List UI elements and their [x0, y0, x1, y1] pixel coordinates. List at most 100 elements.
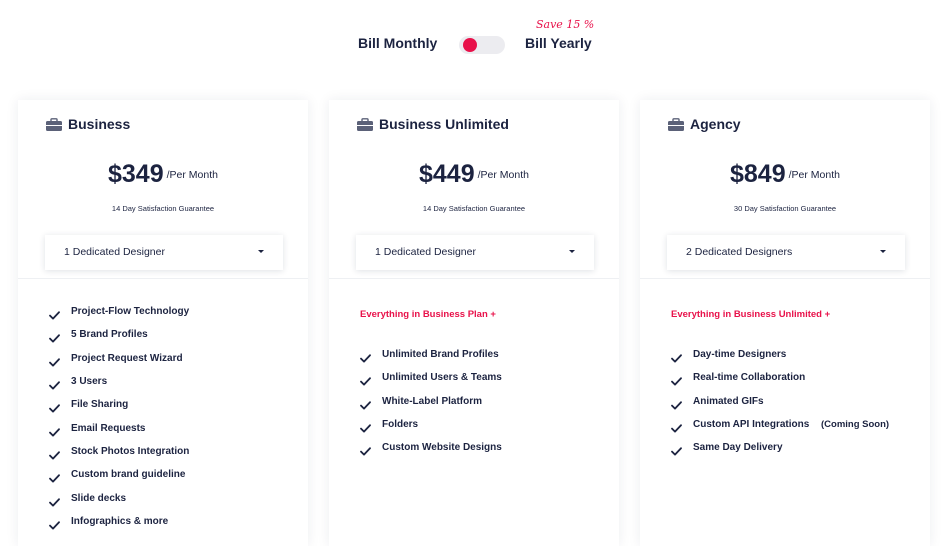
- feature-item: Day-time Designers: [671, 343, 809, 366]
- check-icon: [49, 517, 60, 530]
- check-icon: [49, 330, 60, 343]
- feature-label: White-Label Platform: [382, 395, 483, 407]
- feature-label: Folders: [382, 419, 419, 431]
- feature-item: Custom API Integrations (Coming Soon): [671, 413, 889, 436]
- check-icon: [360, 373, 371, 386]
- briefcase-icon: [357, 117, 373, 131]
- feature-label: File Sharing: [71, 399, 129, 411]
- check-icon: [671, 373, 682, 386]
- feature-item: Slide decks: [49, 486, 189, 509]
- check-icon: [360, 397, 371, 410]
- check-icon: [49, 307, 60, 320]
- feature-label: Same Day Delivery: [693, 442, 783, 454]
- check-icon: [360, 350, 371, 363]
- feature-item: Same Day Delivery: [671, 436, 809, 459]
- check-icon: [671, 420, 682, 433]
- check-icon: [49, 494, 60, 507]
- plan-card-business: Business $349/Per Month 14 Day Satisfact…: [18, 100, 308, 546]
- feature-label: Email Requests: [71, 422, 146, 434]
- caret-down-icon: [569, 250, 575, 253]
- check-icon: [49, 400, 60, 413]
- plan-card-header: Business $349/Per Month 14 Day Satisfact…: [18, 100, 308, 278]
- designers-selected-value: 2 Dedicated Designers: [686, 246, 793, 258]
- check-icon: [49, 470, 60, 483]
- plan-name: Agency: [690, 116, 741, 132]
- feature-item: Infographics & more: [49, 510, 189, 533]
- feature-label: 3 Users: [71, 376, 108, 388]
- feature-item: 3 Users: [49, 370, 189, 393]
- feature-item: Animated GIFs: [671, 390, 809, 413]
- check-icon: [49, 377, 60, 390]
- feature-label: Unlimited Brand Profiles: [382, 349, 499, 361]
- price-row: $349/Per Month: [18, 160, 308, 189]
- plan-card-agency: Agency $849/Per Month 30 Day Satisfactio…: [640, 100, 930, 546]
- card-divider: [640, 278, 930, 279]
- bill-monthly-label[interactable]: Bill Monthly: [358, 35, 437, 51]
- check-icon: [49, 447, 60, 460]
- feature-label: Project Request Wizard: [71, 352, 183, 364]
- designers-dropdown[interactable]: 2 Dedicated Designers: [667, 235, 905, 270]
- card-divider: [329, 278, 619, 279]
- price-period: /Per Month: [477, 168, 529, 181]
- billing-switch: Bill Monthly Save 15 % Bill Yearly: [0, 18, 950, 68]
- feature-label: Animated GIFs: [693, 395, 764, 407]
- feature-list: Project-Flow Technology 5 Brand Profiles P…: [49, 300, 189, 533]
- designers-selected-value: 1 Dedicated Designer: [375, 246, 476, 258]
- plan-card-header: Business Unlimited $449/Per Month 14 Day…: [329, 100, 619, 278]
- toggle-knob: [463, 38, 477, 52]
- plan-tagline: Everything in Business Plan +: [360, 309, 496, 320]
- designers-dropdown[interactable]: 1 Dedicated Designer: [356, 235, 594, 270]
- feature-item: File Sharing: [49, 393, 189, 416]
- feature-list: Unlimited Brand Profiles Unlimited Users …: [360, 343, 502, 459]
- feature-label: Day-time Designers: [693, 349, 787, 361]
- plan-name: Business Unlimited: [379, 116, 509, 132]
- plan-price: $349: [108, 160, 164, 188]
- check-icon: [49, 424, 60, 437]
- feature-label: Infographics & more: [71, 515, 169, 527]
- feature-item: Stock Photos Integration: [49, 440, 189, 463]
- feature-label: Custom Website Designs: [382, 442, 502, 454]
- check-icon: [671, 443, 682, 456]
- feature-label: Slide decks: [71, 492, 127, 504]
- check-icon: [671, 350, 682, 363]
- feature-label: Project-Flow Technology: [71, 306, 190, 318]
- price-row: $449/Per Month: [329, 160, 619, 189]
- feature-item: Email Requests: [49, 416, 189, 439]
- save-discount-note: Save 15 %: [536, 18, 595, 31]
- price-row: $849/Per Month: [640, 160, 930, 189]
- feature-label: Real-time Collaboration: [693, 372, 806, 384]
- check-icon: [49, 354, 60, 367]
- satisfaction-guarantee: 14 Day Satisfaction Guarantee: [422, 204, 526, 213]
- feature-item: Unlimited Brand Profiles: [360, 343, 502, 366]
- satisfaction-guarantee: 30 Day Satisfaction Guarantee: [733, 204, 837, 213]
- feature-item: White-Label Platform: [360, 390, 502, 413]
- plan-price: $849: [730, 160, 786, 188]
- coming-soon-note: (Coming Soon): [821, 419, 890, 431]
- briefcase-icon: [46, 117, 62, 131]
- check-icon: [671, 397, 682, 410]
- feature-label: Stock Photos Integration: [71, 445, 190, 457]
- feature-item: Custom Website Designs: [360, 436, 502, 459]
- feature-item: Real-time Collaboration: [671, 366, 809, 389]
- feature-list: Day-time Designers Real-time Collaboratio…: [671, 343, 889, 459]
- feature-label: Custom brand guideline: [71, 469, 186, 481]
- plan-card-business-unlimited: Business Unlimited $449/Per Month 14 Day…: [329, 100, 619, 546]
- card-divider: [18, 278, 308, 279]
- feature-label: Unlimited Users & Teams: [382, 372, 502, 384]
- billing-toggle[interactable]: [459, 36, 505, 54]
- plan-title: Agency: [668, 116, 741, 132]
- plan-card-header: Agency $849/Per Month 30 Day Satisfactio…: [640, 100, 930, 278]
- plan-title: Business: [46, 116, 130, 132]
- feature-item: Custom brand guideline: [49, 463, 189, 486]
- price-period: /Per Month: [788, 168, 840, 181]
- plan-title: Business Unlimited: [357, 116, 509, 132]
- caret-down-icon: [258, 250, 264, 253]
- feature-item: Folders: [360, 413, 502, 436]
- bill-yearly-label[interactable]: Bill Yearly: [525, 35, 592, 51]
- feature-item: Project-Flow Technology: [49, 300, 189, 323]
- check-icon: [360, 420, 371, 433]
- feature-label: 5 Brand Profiles: [71, 329, 148, 341]
- briefcase-icon: [668, 117, 684, 131]
- satisfaction-guarantee: 14 Day Satisfaction Guarantee: [111, 204, 215, 213]
- designers-dropdown[interactable]: 1 Dedicated Designer: [45, 235, 283, 270]
